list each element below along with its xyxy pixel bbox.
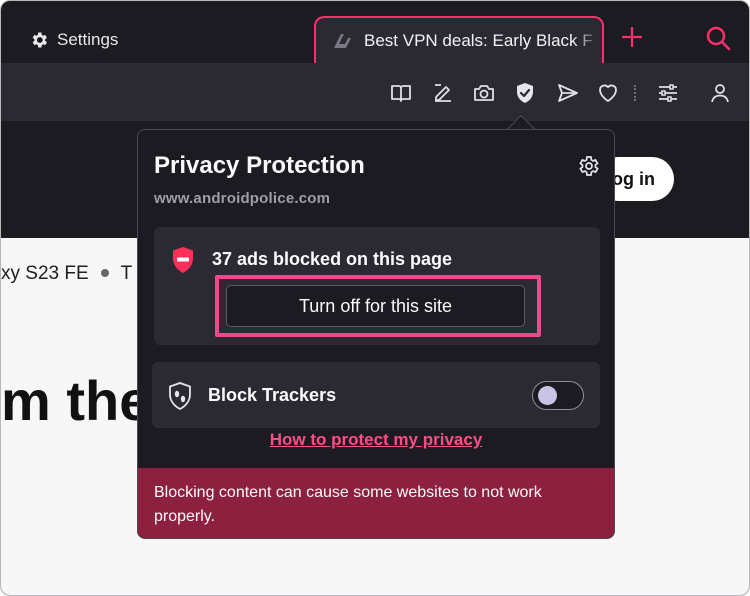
block-trackers-toggle[interactable] xyxy=(532,381,584,410)
article-headline: m the xyxy=(1,369,151,432)
breadcrumb-item[interactable]: T xyxy=(121,263,133,284)
search-icon[interactable] xyxy=(705,25,731,51)
toolbar xyxy=(1,63,749,121)
warning-banner: Blocking content can cause some websites… xyxy=(138,468,614,538)
tab-settings-label: Settings xyxy=(57,30,119,49)
breadcrumb-item[interactable]: xy S23 FE xyxy=(1,263,89,284)
gear-icon xyxy=(32,32,47,48)
new-tab-button[interactable] xyxy=(620,25,644,49)
breadcrumb: xy S23 FE T xyxy=(1,263,132,285)
tab-title: Best VPN deals: Early Black F xyxy=(364,30,593,50)
login-label: og in xyxy=(612,168,655,189)
breadcrumb-separator xyxy=(100,269,109,277)
popup-title: Privacy Protection xyxy=(154,152,365,179)
site-url: www.androidpolice.com xyxy=(154,190,331,207)
sliders-icon[interactable] xyxy=(656,81,680,105)
tab-active[interactable]: Best VPN deals: Early Black F xyxy=(314,16,604,63)
send-icon[interactable] xyxy=(556,81,580,105)
ads-blocked-count: 37 ads blocked on this page xyxy=(212,249,453,269)
settings-gear-icon[interactable] xyxy=(576,154,600,178)
block-trackers-label: Block Trackers xyxy=(208,385,337,405)
browser-window: Settings Best VPN deals: Early Black F o… xyxy=(0,0,750,596)
tab-settings[interactable]: Settings xyxy=(29,27,118,53)
edit-icon[interactable] xyxy=(431,81,455,105)
site-favicon-icon xyxy=(334,33,351,48)
profile-icon[interactable] xyxy=(708,81,732,105)
tab-strip: Settings Best VPN deals: Early Black F xyxy=(1,1,749,63)
camera-icon[interactable] xyxy=(472,81,496,105)
toggle-knob xyxy=(538,386,557,405)
reader-icon[interactable] xyxy=(389,81,413,105)
turn-off-button[interactable]: Turn off for this site xyxy=(226,285,525,327)
tab-title-fade xyxy=(572,18,602,63)
tracker-shield-icon xyxy=(169,382,191,411)
toolbar-separator xyxy=(634,85,638,101)
shield-check-icon[interactable] xyxy=(513,81,537,105)
ad-block-shield-icon xyxy=(173,247,193,273)
heart-icon[interactable] xyxy=(596,81,620,105)
privacy-protection-popup: Privacy Protection www.androidpolice.com… xyxy=(137,129,615,539)
privacy-help-link[interactable]: How to protect my privacy xyxy=(138,430,614,450)
